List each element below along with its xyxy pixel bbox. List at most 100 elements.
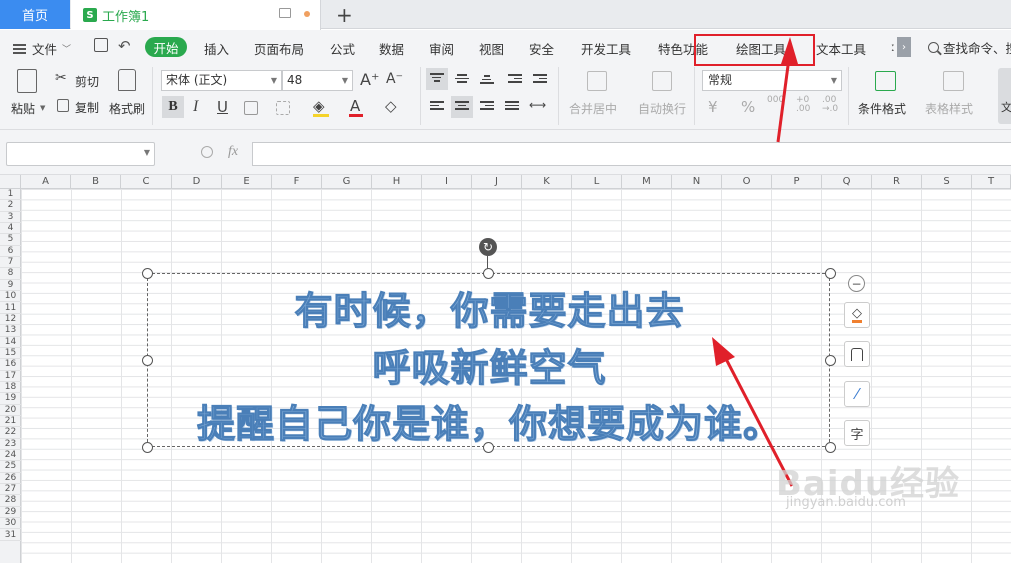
percent-icon[interactable]: %: [741, 98, 755, 116]
row-header[interactable]: 30: [0, 518, 21, 530]
column-header[interactable]: G: [322, 175, 372, 189]
font-color-icon[interactable]: A: [350, 97, 360, 115]
font-size-select[interactable]: 48 ▼: [282, 70, 353, 91]
align-bottom-icon[interactable]: [480, 75, 494, 87]
text-wrap-button[interactable]: 字: [844, 420, 870, 446]
column-header[interactable]: Q: [822, 175, 872, 189]
row-header[interactable]: 7: [0, 257, 21, 269]
tab-security[interactable]: 安全: [529, 39, 554, 58]
row-header[interactable]: 24: [0, 450, 21, 462]
paste-icon[interactable]: [17, 69, 37, 93]
merge-center-icon[interactable]: [587, 71, 607, 91]
row-header[interactable]: 23: [0, 439, 21, 451]
tab-text-tools[interactable]: 文本工具: [816, 39, 866, 58]
row-header[interactable]: 2: [0, 200, 21, 212]
column-header[interactable]: J: [472, 175, 522, 189]
column-header[interactable]: T: [972, 175, 1011, 189]
column-header[interactable]: F: [272, 175, 322, 189]
select-all-corner[interactable]: [0, 175, 21, 189]
shape-outline-button[interactable]: [844, 341, 870, 367]
monitor-icon[interactable]: [279, 8, 291, 18]
formula-input[interactable]: [252, 142, 1011, 166]
decrease-font-icon[interactable]: A⁻: [386, 71, 403, 87]
resize-handle-right[interactable]: [825, 355, 836, 366]
row-header[interactable]: 17: [0, 371, 21, 382]
bold-button[interactable]: B: [162, 96, 184, 118]
tab-page-layout[interactable]: 页面布局: [254, 39, 304, 58]
row-header[interactable]: 4: [0, 223, 21, 235]
column-header[interactable]: A: [21, 175, 71, 189]
text-group-button[interactable]: 文: [998, 68, 1011, 124]
distribute-icon[interactable]: ⟷: [529, 98, 546, 112]
cell-style-icon[interactable]: [276, 101, 290, 115]
new-tab-plus-icon[interactable]: +: [336, 3, 353, 27]
row-header[interactable]: 14: [0, 337, 21, 348]
column-header[interactable]: D: [172, 175, 222, 189]
row-header[interactable]: 19: [0, 393, 21, 405]
decrease-indent-icon[interactable]: [508, 74, 522, 86]
column-header[interactable]: B: [71, 175, 121, 189]
paste-button[interactable]: 粘贴: [11, 100, 35, 117]
command-search[interactable]: 查找命令、搜: [928, 38, 1011, 57]
row-header[interactable]: 12: [0, 314, 21, 326]
font-name-select[interactable]: 宋体 (正文) ▼: [161, 70, 282, 91]
row-header[interactable]: 5: [0, 234, 21, 246]
column-header[interactable]: P: [772, 175, 822, 189]
align-left-icon[interactable]: [430, 101, 444, 113]
thousands-icon[interactable]: 000: [767, 96, 784, 105]
row-header[interactable]: 11: [0, 303, 21, 314]
column-header[interactable]: K: [522, 175, 572, 189]
row-header[interactable]: 31: [0, 530, 21, 541]
row-header[interactable]: 22: [0, 427, 21, 439]
resize-handle-left[interactable]: [142, 355, 153, 366]
align-middle-icon[interactable]: [455, 74, 469, 86]
tab-developer[interactable]: 开发工具: [581, 39, 631, 58]
eraser-icon[interactable]: ◇: [385, 97, 397, 115]
fill-color-icon[interactable]: ◈: [313, 97, 325, 115]
tab-data[interactable]: 数据: [379, 39, 404, 58]
row-header[interactable]: 25: [0, 461, 21, 473]
column-header[interactable]: N: [672, 175, 722, 189]
row-header[interactable]: 26: [0, 473, 21, 485]
conditional-format-button[interactable]: 条件格式: [858, 100, 906, 117]
column-header[interactable]: C: [121, 175, 172, 189]
row-header[interactable]: 27: [0, 484, 21, 496]
shape-style-button[interactable]: ⁄: [844, 381, 870, 407]
more-tabs-button[interactable]: ›: [897, 37, 911, 57]
cut-button[interactable]: 剪切: [75, 73, 99, 90]
row-header[interactable]: 9: [0, 280, 21, 292]
table-style-button[interactable]: 表格样式: [925, 100, 973, 117]
row-header[interactable]: 18: [0, 382, 21, 394]
collapse-toolbar-icon[interactable]: −: [848, 275, 865, 292]
row-header[interactable]: 21: [0, 416, 21, 428]
row-header[interactable]: 29: [0, 507, 21, 519]
align-right-icon[interactable]: [480, 101, 494, 113]
row-header[interactable]: 3: [0, 212, 21, 224]
resize-handle-top[interactable]: [483, 268, 494, 279]
tab-insert[interactable]: 插入: [204, 39, 229, 58]
wrap-text-icon[interactable]: [652, 71, 672, 91]
row-header[interactable]: 20: [0, 405, 21, 416]
name-box[interactable]: ▼: [6, 142, 155, 166]
format-painter-icon[interactable]: [118, 69, 136, 91]
row-header[interactable]: 1: [0, 189, 21, 201]
increase-indent-icon[interactable]: [533, 74, 547, 86]
wrap-text-button[interactable]: 自动换行: [638, 100, 686, 117]
save-icon[interactable]: [94, 38, 108, 52]
resize-handle-top-left[interactable]: [142, 268, 153, 279]
file-menu[interactable]: 文件 ﹀: [13, 39, 71, 58]
increase-font-icon[interactable]: A⁺: [360, 70, 379, 89]
format-painter-button[interactable]: 格式刷: [109, 100, 145, 117]
number-format-select[interactable]: 常规 ▼: [702, 70, 842, 91]
rotate-handle-icon[interactable]: ↻: [479, 238, 497, 256]
text-box[interactable]: 有时候，你需要走出去 呼吸新鲜空气 提醒自己你是谁，你想要成为谁。: [147, 273, 830, 447]
column-header[interactable]: S: [922, 175, 972, 189]
conditional-format-icon[interactable]: [875, 71, 896, 91]
row-header[interactable]: 15: [0, 348, 21, 360]
row-header[interactable]: 13: [0, 325, 21, 337]
row-header[interactable]: 6: [0, 246, 21, 258]
tab-view[interactable]: 视图: [479, 39, 504, 58]
italic-button[interactable]: I: [193, 98, 198, 116]
borders-icon[interactable]: [244, 101, 258, 115]
row-header[interactable]: 16: [0, 359, 21, 371]
